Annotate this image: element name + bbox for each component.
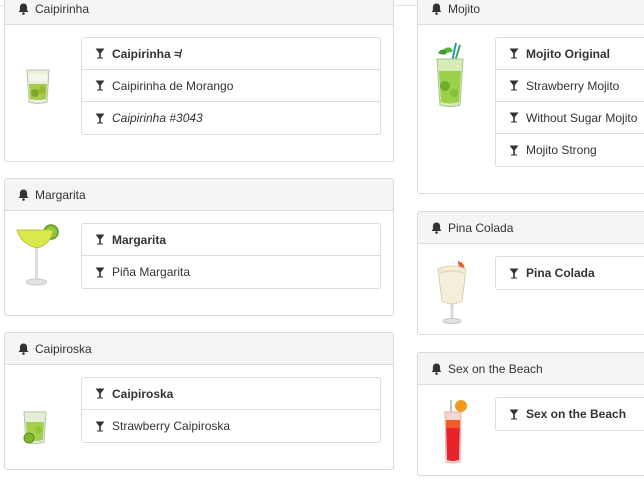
- cocktail-glass-icon: [509, 80, 519, 91]
- card-sex-on-the-beach: Sex on the Beach Sex on the Beach: [417, 352, 644, 476]
- cocktail-glass-icon: [509, 409, 519, 420]
- bell-icon: [18, 3, 29, 15]
- card-header: Caipiroska: [5, 333, 393, 365]
- item-label: Mojito Original: [526, 46, 610, 61]
- item-label: Caipirinha ≉: [112, 46, 181, 61]
- card-title: Sex on the Beach: [448, 361, 543, 376]
- card-title: Caipiroska: [35, 341, 92, 356]
- item-label: Caipirinha de Morango: [112, 78, 234, 93]
- item-label: Mojito Strong: [526, 143, 597, 157]
- card-header: Caipirinha: [5, 0, 393, 25]
- cocktail-glass-icon: [509, 112, 519, 123]
- bell-icon: [431, 3, 442, 15]
- list-item[interactable]: Caipirinha #3043: [82, 102, 380, 134]
- list-item[interactable]: Mojito Strong: [496, 134, 644, 166]
- drink-list: Caipirinha ≉ Caipirinha de Morango Caipi…: [81, 37, 381, 135]
- cocktail-glass-icon: [95, 234, 105, 245]
- card-header: Sex on the Beach: [418, 353, 644, 385]
- cocktail-glass-icon: [95, 388, 105, 399]
- list-item[interactable]: Caipiroska: [82, 378, 380, 410]
- drink-list: Margarita Piña Margarita: [81, 223, 381, 289]
- item-label: Sex on the Beach: [526, 407, 627, 421]
- card-title: Pina Colada: [448, 220, 514, 235]
- list-item[interactable]: Strawberry Mojito: [496, 70, 644, 102]
- item-label: Strawberry Mojito: [526, 78, 620, 93]
- cocktail-glass-icon: [509, 48, 519, 59]
- bell-icon: [431, 222, 442, 234]
- card-title: Margarita: [35, 187, 86, 202]
- card-title: Caipirinha: [35, 1, 90, 16]
- caipirinha-drink-image: [21, 63, 55, 109]
- list-item[interactable]: Sex on the Beach: [496, 398, 644, 430]
- sex-on-the-beach-drink-image: [436, 397, 472, 467]
- mojito-drink-image: [430, 39, 470, 111]
- list-item[interactable]: Pina Colada: [496, 257, 644, 289]
- item-label: Caipiroska: [112, 386, 174, 401]
- cocktail-glass-icon: [95, 113, 105, 124]
- list-item[interactable]: Margarita: [82, 224, 380, 256]
- card-mojito: Mojito Mojito Original Strawberry Mojito…: [417, 0, 644, 194]
- item-label: Without Sugar Mojito: [526, 110, 638, 125]
- drink-list: Pina Colada: [495, 256, 644, 290]
- item-label: Strawberry Caipiroska: [112, 419, 231, 433]
- cocktail-glass-icon: [509, 268, 519, 279]
- list-item[interactable]: Without Sugar Mojito: [496, 102, 644, 134]
- list-item[interactable]: Caipirinha de Morango: [82, 70, 380, 102]
- list-item[interactable]: Strawberry Caipiroska: [82, 410, 380, 442]
- card-caipiroska: Caipiroska Caipiroska Strawberry Caipiro…: [4, 332, 394, 470]
- drink-list: Mojito Original Strawberry Mojito Withou…: [495, 37, 644, 167]
- drink-list: Caipiroska Strawberry Caipiroska: [81, 377, 381, 443]
- card-margarita: Margarita Margarita Piña Margarita: [4, 178, 394, 316]
- caipiroska-drink-image: [17, 405, 53, 447]
- list-item[interactable]: Piña Margarita: [82, 256, 380, 288]
- card-header: Margarita: [5, 179, 393, 211]
- card-header: Pina Colada: [418, 212, 644, 244]
- drink-list: Sex on the Beach: [495, 397, 644, 431]
- card-pina-colada: Pina Colada Pina Colada: [417, 211, 644, 335]
- cocktail-glass-icon: [95, 267, 105, 278]
- bell-icon: [18, 189, 29, 201]
- bell-icon: [431, 363, 442, 375]
- cocktail-glass-icon: [509, 145, 519, 156]
- item-label: Margarita: [112, 232, 167, 247]
- margarita-drink-image: [15, 221, 61, 289]
- pina-colada-drink-image: [432, 256, 472, 328]
- bell-icon: [18, 343, 29, 355]
- cocktail-glass-icon: [95, 421, 105, 432]
- list-item[interactable]: Mojito Original: [496, 38, 644, 70]
- card-header: Mojito: [418, 0, 644, 25]
- cocktail-glass-icon: [95, 48, 105, 59]
- cocktail-glass-icon: [95, 80, 105, 91]
- item-label: Pina Colada: [526, 266, 595, 280]
- list-item[interactable]: Caipirinha ≉: [82, 38, 380, 70]
- item-label: Piña Margarita: [112, 265, 191, 279]
- card-caipirinha: Caipirinha Caipirinha ≉ Caipirinha de Mo…: [4, 0, 394, 162]
- item-label: Caipirinha #3043: [112, 111, 203, 125]
- card-title: Mojito: [448, 1, 481, 16]
